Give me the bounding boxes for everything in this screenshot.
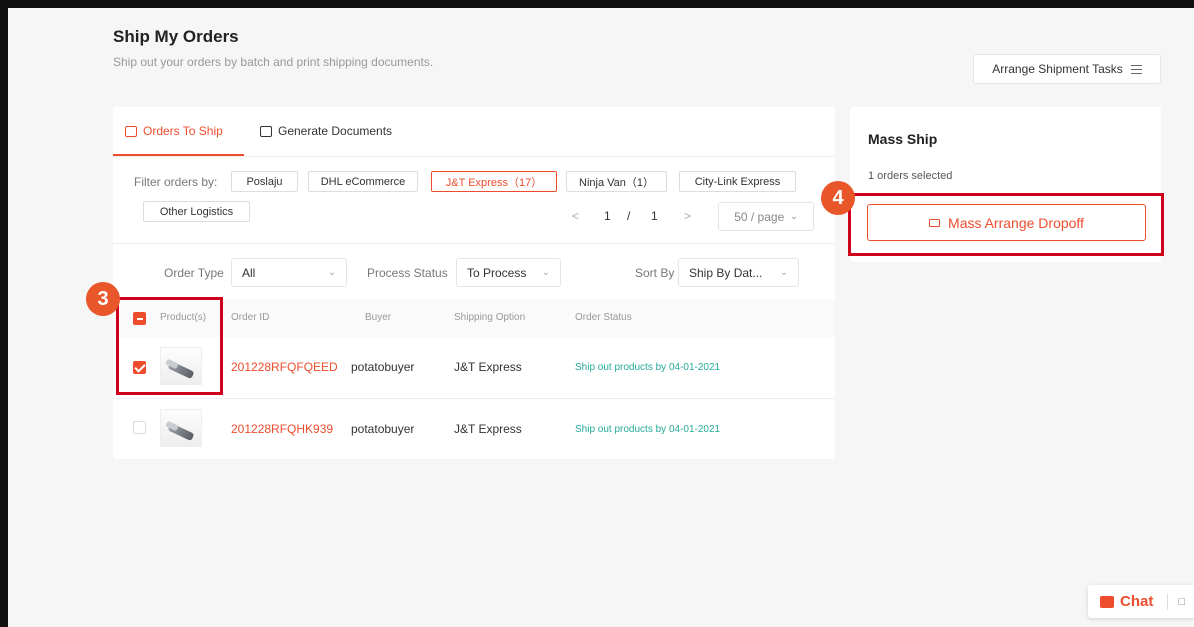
arrange-shipment-tasks-button[interactable]: Arrange Shipment Tasks [973,54,1161,84]
divider [113,243,835,244]
order-id-link[interactable]: 201228RFQFQEED [231,360,338,374]
orders-panel: Orders To Ship Generate Documents Filter… [113,107,835,459]
chevron-down-icon: ⌄ [779,267,788,278]
chat-icon [1100,595,1114,608]
process-status-value: To Process [467,265,527,280]
process-status-select[interactable]: To Process ⌄ [456,258,561,287]
filter-chip-dhl[interactable]: DHL eCommerce [308,171,418,192]
sort-by-select[interactable]: Ship By Dat... ⌄ [678,258,799,287]
order-id-link[interactable]: 201228RFQHK939 [231,422,333,436]
filter-chip-ninja-van[interactable]: Ninja Van（1） [566,171,667,192]
order-type-label: Order Type [164,266,224,280]
chat-widget[interactable]: Chat □ [1088,585,1194,618]
filter-chip-city-link[interactable]: City-Link Express [679,171,796,192]
per-page-value: 50 / page [734,209,785,224]
order-type-value: All [242,265,256,280]
tab-orders-to-ship-label: Orders To Ship [143,124,223,138]
filter-chip-poslaju[interactable]: Poslaju [231,171,298,192]
step-badge-4: 4 [821,181,855,215]
divider [1167,593,1169,610]
column-header-order-status: Order Status [575,312,632,323]
process-status-label: Process Status [367,266,448,280]
shipping-option: J&T Express [454,422,522,436]
next-page-button[interactable]: > [684,209,691,223]
order-status: Ship out products by 04-01-2021 [575,362,721,373]
per-page-select[interactable]: 50 / page ⌄ [718,202,814,231]
sort-by-value: Ship By Dat... [689,265,763,280]
tab-orders-to-ship[interactable]: Orders To Ship [125,124,223,138]
chat-label: Chat [1120,593,1154,610]
product-thumbnail [160,409,202,447]
minimize-icon[interactable]: □ [1178,596,1185,608]
highlight-box-step-3 [116,297,223,395]
page-subtitle: Ship out your orders by batch and print … [113,55,434,69]
page-title: Ship My Orders [113,27,239,46]
menu-icon [1130,64,1142,74]
active-tab-indicator [113,154,244,156]
tab-generate-documents[interactable]: Generate Documents [260,124,392,138]
filter-label: Filter orders by: [134,175,218,189]
chevron-down-icon: ⌄ [790,211,798,221]
shipping-option: J&T Express [454,360,522,374]
filter-chip-jt-express[interactable]: J&T Express（17） [431,171,557,192]
selected-count: 1 orders selected [868,170,953,182]
total-pages: 1 [651,209,658,223]
chevron-down-icon: ⌄ [541,267,550,278]
order-status: Ship out products by 04-01-2021 [575,424,721,435]
filter-chip-other-logistics[interactable]: Other Logistics [143,201,250,222]
current-page: 1 [604,209,611,223]
buyer-name: potatobuyer [351,360,415,374]
column-header-buyer: Buyer [365,312,392,323]
printer-icon [260,125,272,137]
column-header-order-id: Order ID [231,312,270,323]
tab-bar: Orders To Ship Generate Documents [113,107,835,157]
arrange-shipment-tasks-label: Arrange Shipment Tasks [992,62,1123,76]
step-badge-3: 3 [86,282,120,316]
mass-ship-title: Mass Ship [868,131,938,147]
highlight-box-step-4 [848,193,1164,256]
order-type-select[interactable]: All ⌄ [231,258,347,287]
prev-page-button[interactable]: < [572,209,579,223]
chevron-down-icon: ⌄ [327,267,336,278]
row-checkbox[interactable] [133,421,146,434]
page-separator: / [627,209,631,223]
sort-by-label: Sort By [635,266,675,280]
package-icon [125,125,137,137]
table-row[interactable]: 201228RFQHK939 potatobuyer J&T Express S… [113,397,835,459]
buyer-name: potatobuyer [351,422,415,436]
tab-generate-documents-label: Generate Documents [278,124,393,138]
column-header-shipping-option: Shipping Option [454,312,526,323]
